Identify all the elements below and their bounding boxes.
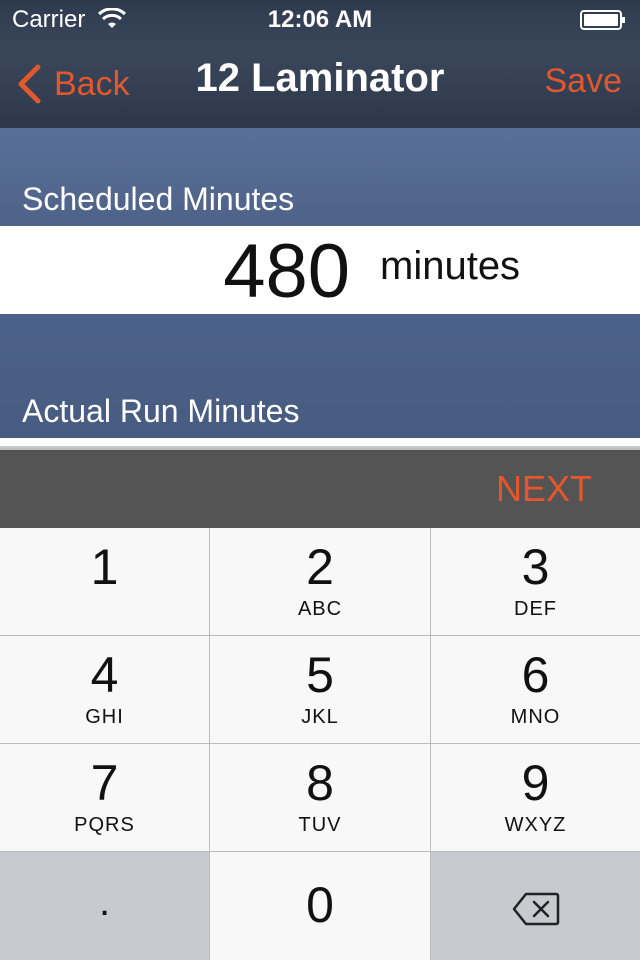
key-letters: GHI	[85, 706, 124, 728]
key-decimal[interactable]: .	[0, 852, 210, 960]
key-7[interactable]: 7 PQRS	[0, 744, 210, 852]
next-button[interactable]: NEXT	[496, 468, 592, 510]
keyboard-toolbar: NEXT	[0, 448, 640, 528]
key-digit: 2	[306, 539, 334, 595]
number-keypad: 1 2 ABC 3 DEF 4 GHI 5 JKL 6 MNO 7 PQRS 8…	[0, 528, 640, 960]
scheduled-minutes-field[interactable]: 480 minutes	[0, 226, 640, 314]
delete-key[interactable]	[431, 852, 640, 960]
scheduled-minutes-header: Scheduled Minutes	[0, 128, 640, 226]
key-letters: DEF	[514, 598, 557, 620]
key-digit: 9	[521, 755, 550, 811]
navigation-bar: Back 12 Laminator Save	[0, 40, 640, 128]
key-2[interactable]: 2 ABC	[210, 528, 431, 636]
key-8[interactable]: 8 TUV	[210, 744, 431, 852]
key-0[interactable]: 0	[210, 852, 431, 960]
key-digit: 1	[90, 539, 119, 595]
actual-run-minutes-label: Actual Run Minutes	[22, 393, 300, 429]
header: Carrier 12:06 AM Back 12 Laminator Save	[0, 0, 640, 128]
key-letters: TUV	[298, 814, 342, 836]
status-time: 12:06 AM	[267, 6, 373, 33]
key-4[interactable]: 4 GHI	[0, 636, 210, 744]
key-digit: 5	[306, 647, 334, 703]
scheduled-minutes-label: Scheduled Minutes	[22, 181, 295, 217]
form: Scheduled Minutes 480 minutes Actual Run…	[0, 128, 640, 448]
scheduled-minutes-value: 480	[223, 229, 350, 314]
key-letters: ABC	[297, 598, 343, 620]
key-letters: WXYZ	[504, 814, 567, 836]
key-6[interactable]: 6 MNO	[431, 636, 640, 744]
key-5[interactable]: 5 JKL	[210, 636, 431, 744]
backspace-icon	[512, 892, 559, 926]
key-digit: 0	[306, 877, 334, 933]
key-digit: 8	[306, 755, 334, 811]
key-letters: MNO	[510, 706, 561, 728]
key-3[interactable]: 3 DEF	[431, 528, 640, 636]
actual-run-minutes-field[interactable]	[0, 438, 640, 448]
battery-icon	[580, 10, 625, 30]
actual-run-minutes-header: Actual Run Minutes	[0, 314, 640, 438]
minutes-unit-label: minutes	[380, 244, 521, 288]
key-letters: PQRS	[74, 814, 135, 836]
save-button[interactable]: Save	[545, 62, 623, 101]
key-digit: 4	[90, 647, 119, 703]
key-digit: 3	[521, 539, 550, 595]
key-digit: 6	[521, 647, 550, 703]
decimal-label: .	[98, 880, 111, 924]
status-bar: Carrier 12:06 AM	[0, 0, 640, 40]
key-digit: 7	[90, 755, 119, 811]
key-letters: JKL	[301, 706, 339, 728]
key-1[interactable]: 1	[0, 528, 210, 636]
key-9[interactable]: 9 WXYZ	[431, 744, 640, 852]
